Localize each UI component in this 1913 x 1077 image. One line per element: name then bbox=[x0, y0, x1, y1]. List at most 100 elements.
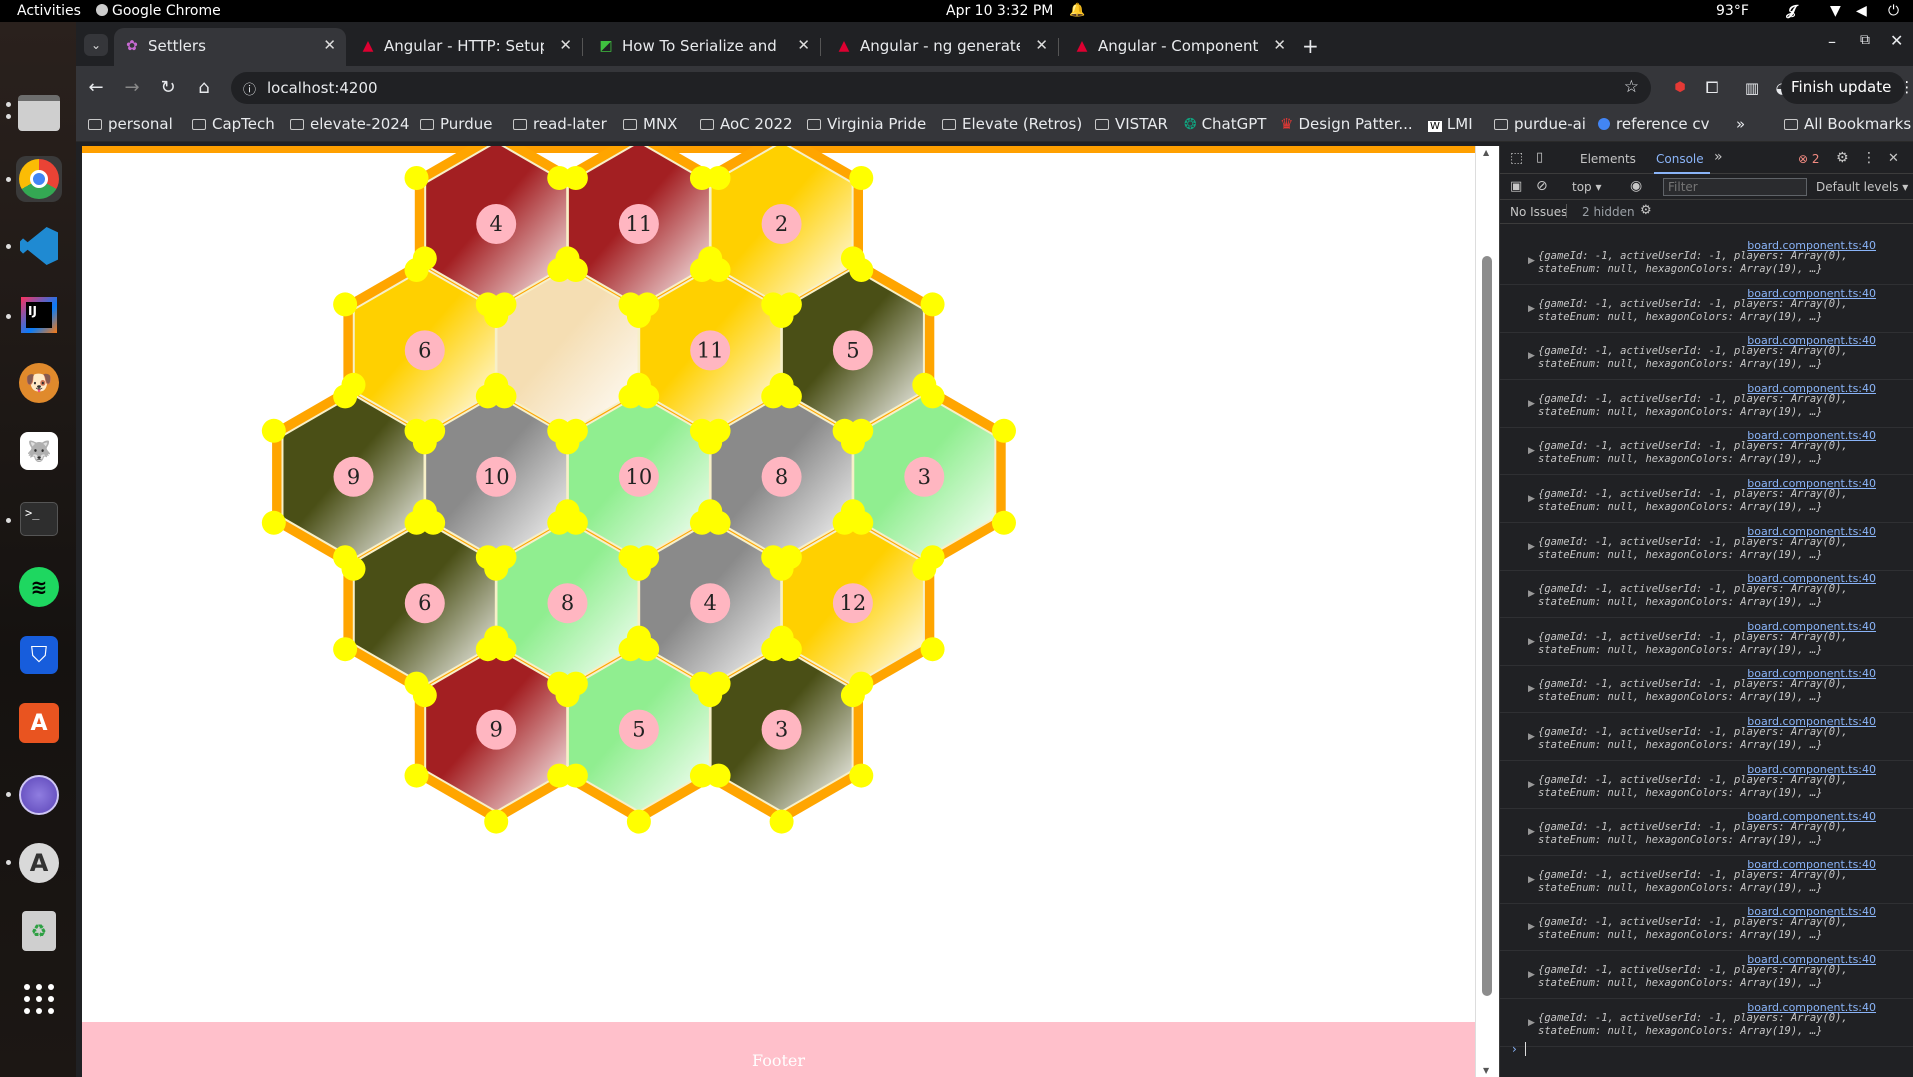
console-log-entry[interactable]: board.component.ts:40 ▶ {gameId: -1, activ… bbox=[1500, 857, 1913, 904]
network-app[interactable] bbox=[16, 772, 62, 818]
chrome-app-menu[interactable]: Google Chrome bbox=[96, 3, 221, 19]
extensions-puzzle-icon[interactable]: ⧠ bbox=[1700, 76, 1724, 100]
console-log-entry[interactable]: board.component.ts:40 ▶ {gameId: -1, activ… bbox=[1500, 619, 1913, 666]
temperature[interactable]: 93°F bbox=[1716, 3, 1749, 19]
no-issues-label[interactable]: No Issues bbox=[1510, 205, 1567, 219]
settlement-vertex[interactable] bbox=[698, 499, 723, 524]
console-log-entry[interactable]: board.component.ts:40 ▶ {gameId: -1, activ… bbox=[1500, 1000, 1913, 1047]
bitwarden-app[interactable]: ⛉ bbox=[16, 632, 62, 678]
log-levels-dropdown[interactable]: Default levels ▾ bbox=[1816, 180, 1908, 194]
settlement-vertex[interactable] bbox=[626, 809, 651, 834]
sidebar-toggle-icon[interactable]: ▣ bbox=[1510, 179, 1522, 194]
side-panel-icon[interactable]: ▥ bbox=[1740, 76, 1764, 100]
live-expression-eye-icon[interactable]: ◉ bbox=[1630, 178, 1642, 194]
ublock-extension-icon[interactable]: ⬢ bbox=[1668, 76, 1692, 100]
tab-settlers[interactable]: ✿ Settlers ✕ bbox=[114, 28, 346, 66]
wifi-icon[interactable]: ▼ bbox=[1830, 3, 1841, 19]
settlement-vertex[interactable] bbox=[689, 166, 714, 190]
settlement-vertex[interactable] bbox=[475, 292, 500, 317]
expand-triangle-icon[interactable]: ▶ bbox=[1528, 1018, 1535, 1028]
console-log-entry[interactable]: board.component.ts:40 ▶ {gameId: -1, activ… bbox=[1500, 904, 1913, 952]
settlement-vertex[interactable] bbox=[333, 545, 358, 570]
settlement-vertex[interactable] bbox=[840, 499, 865, 524]
expand-triangle-icon[interactable]: ▶ bbox=[1528, 637, 1535, 647]
settlement-vertex[interactable] bbox=[849, 763, 874, 788]
settlement-vertex[interactable] bbox=[547, 166, 572, 190]
context-selector[interactable]: top ▾ bbox=[1572, 180, 1602, 194]
settlement-vertex[interactable] bbox=[404, 671, 429, 696]
settlement-vertex[interactable] bbox=[547, 418, 572, 443]
trash-app[interactable]: ♻ bbox=[16, 908, 62, 954]
settlement-vertex[interactable] bbox=[333, 292, 358, 317]
console-log-entry[interactable]: board.component.ts:40 ▶ {gameId: -1, activ… bbox=[1500, 571, 1913, 619]
settlement-vertex[interactable] bbox=[920, 545, 945, 570]
expand-triangle-icon[interactable]: ▶ bbox=[1528, 827, 1535, 837]
bookmark-link[interactable]: W LMI bbox=[1428, 115, 1473, 133]
all-bookmarks-folder[interactable]: All Bookmarks bbox=[1784, 115, 1911, 133]
site-info-icon[interactable]: ⓘ bbox=[243, 79, 256, 98]
volume-icon[interactable]: ◀ bbox=[1856, 3, 1867, 19]
settlement-vertex[interactable] bbox=[698, 246, 723, 271]
settlement-vertex[interactable] bbox=[547, 671, 572, 696]
close-tab-icon[interactable]: ✕ bbox=[323, 36, 336, 54]
forward-arrow-icon[interactable]: → bbox=[120, 76, 144, 100]
bookmark-folder[interactable]: elevate-2024 bbox=[290, 115, 409, 133]
settlement-vertex[interactable] bbox=[555, 246, 580, 271]
settlement-vertex[interactable] bbox=[412, 499, 437, 524]
page-scrollbar[interactable]: ▲ ▼ bbox=[1475, 146, 1499, 1077]
more-bookmarks-chevron-icon[interactable]: » bbox=[1736, 115, 1745, 133]
close-tab-icon[interactable]: ✕ bbox=[1273, 36, 1286, 54]
error-count-badge[interactable]: ⊗ 2 bbox=[1798, 152, 1820, 166]
bookmark-folder[interactable]: AoC 2022 bbox=[700, 115, 793, 133]
console-log-entry[interactable]: board.component.ts:40 ▶ {gameId: -1, activ… bbox=[1500, 286, 1913, 333]
image-editor-app[interactable]: 🐺 bbox=[16, 428, 62, 474]
expand-triangle-icon[interactable]: ▶ bbox=[1528, 589, 1535, 599]
expand-triangle-icon[interactable]: ▶ bbox=[1528, 970, 1535, 980]
scroll-down-arrow-icon[interactable]: ▼ bbox=[1483, 1066, 1489, 1075]
settlement-vertex[interactable] bbox=[920, 292, 945, 317]
settlement-vertex[interactable] bbox=[761, 545, 786, 570]
app-center-app[interactable]: A bbox=[16, 700, 62, 746]
tab-search-button[interactable]: ⌄ bbox=[84, 34, 108, 56]
settlement-vertex[interactable] bbox=[555, 499, 580, 524]
console-log-entry[interactable]: board.component.ts:40 ▶ {gameId: -1, activ… bbox=[1500, 428, 1913, 476]
clock[interactable]: Apr 10 3:32 PM bbox=[946, 3, 1053, 19]
close-tab-icon[interactable]: ✕ bbox=[559, 36, 572, 54]
console-log-entry[interactable]: board.component.ts:40 ▶ {gameId: -1, activ… bbox=[1500, 476, 1913, 523]
settlement-vertex[interactable] bbox=[761, 292, 786, 317]
settlement-vertex[interactable] bbox=[626, 372, 651, 397]
minimize-icon[interactable]: – bbox=[1828, 32, 1836, 51]
show-apps-button[interactable] bbox=[16, 976, 62, 1022]
spotify-app[interactable]: ≋ bbox=[16, 564, 62, 610]
more-tabs-chevron-icon[interactable]: » bbox=[1714, 149, 1723, 165]
finish-update-button[interactable]: Finish update ⋮ bbox=[1781, 72, 1913, 104]
power-icon[interactable]: ⏻ bbox=[1888, 3, 1899, 19]
vscode-app[interactable] bbox=[16, 223, 62, 269]
settlement-vertex[interactable] bbox=[626, 625, 651, 650]
console-log-entry[interactable]: board.component.ts:40 ▶ {gameId: -1, activ… bbox=[1500, 762, 1913, 809]
expand-triangle-icon[interactable]: ▶ bbox=[1528, 732, 1535, 742]
expand-triangle-icon[interactable]: ▶ bbox=[1528, 351, 1535, 361]
settlement-vertex[interactable] bbox=[404, 763, 429, 788]
settlement-vertex[interactable] bbox=[484, 372, 509, 397]
terminal-app[interactable]: >_ bbox=[16, 496, 62, 542]
settlement-vertex[interactable] bbox=[689, 763, 714, 788]
files-app[interactable] bbox=[16, 90, 62, 136]
device-toolbar-icon[interactable]: ▯ bbox=[1536, 150, 1543, 165]
settlement-vertex[interactable] bbox=[840, 246, 865, 271]
bookmark-folder[interactable]: Elevate (Retros) bbox=[942, 115, 1082, 133]
chrome-app[interactable] bbox=[16, 156, 62, 202]
settlement-vertex[interactable] bbox=[404, 418, 429, 443]
reload-icon[interactable]: ↻ bbox=[156, 76, 180, 100]
tab-angular-http[interactable]: ▲ Angular - HTTP: Setup fo ✕ bbox=[350, 28, 583, 66]
console-settings-gear-icon[interactable]: ⚙ bbox=[1640, 203, 1652, 218]
bookmark-link[interactable]: reference cv bbox=[1598, 115, 1710, 133]
intellij-app[interactable]: IJ bbox=[16, 292, 62, 338]
expand-triangle-icon[interactable]: ▶ bbox=[1528, 542, 1535, 552]
inspect-element-icon[interactable]: ⬚ bbox=[1510, 150, 1523, 166]
expand-triangle-icon[interactable]: ▶ bbox=[1528, 684, 1535, 694]
bookmark-folder[interactable]: Purdue bbox=[420, 115, 492, 133]
console-log-entry[interactable]: board.component.ts:40 ▶ {gameId: -1, activ… bbox=[1500, 952, 1913, 999]
expand-triangle-icon[interactable]: ▶ bbox=[1528, 446, 1535, 456]
settlement-vertex[interactable] bbox=[769, 372, 794, 397]
